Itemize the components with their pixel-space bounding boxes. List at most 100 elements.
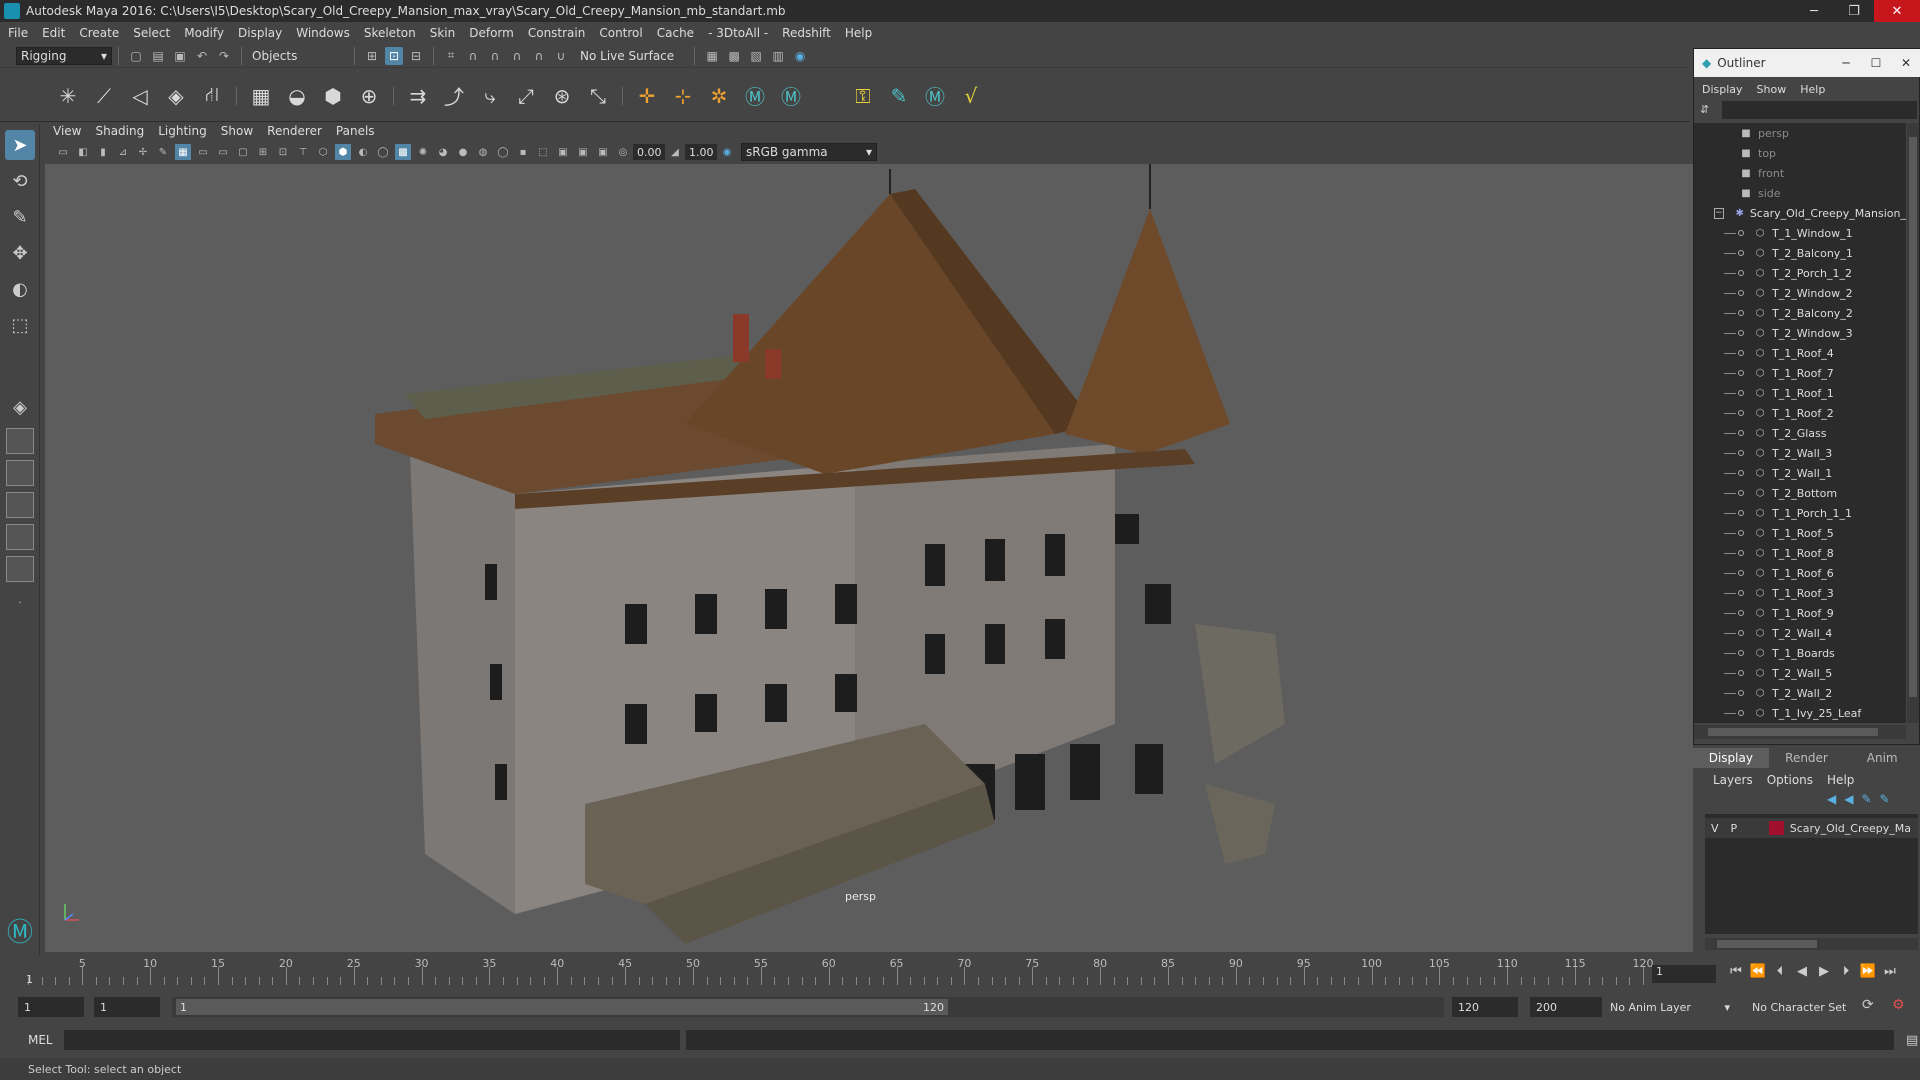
scale-tool-icon[interactable]: ⬚ [5, 310, 35, 340]
select-component-icon[interactable]: ⊟ [407, 47, 425, 65]
step-back-key-icon[interactable]: ⏪ [1747, 964, 1769, 979]
outliner-item[interactable]: ⬡ T_2_Window_3 [1694, 323, 1906, 343]
show-manipulator-icon[interactable]: ◈ [5, 392, 35, 422]
panel-menu-show[interactable]: Show [221, 124, 253, 138]
expand-dot-icon[interactable] [1738, 530, 1744, 536]
outliner-menu-help[interactable]: Help [1800, 83, 1825, 96]
new-scene-icon[interactable]: ▢ [127, 47, 145, 65]
anim-layer-dropdown[interactable]: No Anim Layer ▾ [1610, 997, 1734, 1017]
snap-point-icon[interactable]: ∩ [486, 47, 504, 65]
isolate-select-icon[interactable]: ⬚ [535, 144, 551, 160]
outliner-vscroll-thumb[interactable] [1909, 137, 1917, 697]
live-surface-label[interactable]: No Live Surface [580, 49, 674, 63]
outliner-item-root[interactable]: − ✱ Scary_Old_Creepy_Mansion_ [1694, 203, 1906, 223]
ssao-icon[interactable]: ● [455, 144, 471, 160]
redo-icon[interactable]: ↷ [215, 47, 233, 65]
cluster-icon[interactable]: ⊕ [354, 81, 384, 111]
expand-dot-icon[interactable] [1738, 290, 1744, 296]
2d-pan-icon[interactable]: ✢ [135, 144, 151, 160]
outliner-item[interactable]: ⬡ T_1_Roof_7 [1694, 363, 1906, 383]
outliner-item[interactable]: ⬡ T_2_Wall_3 [1694, 443, 1906, 463]
parent-constraint-icon[interactable]: ⇉ [403, 81, 433, 111]
go-to-start-icon[interactable]: ⏮ [1725, 964, 1747, 979]
outliner-menu-show[interactable]: Show [1757, 83, 1787, 96]
resolution-gate-icon[interactable]: ▭ [215, 144, 231, 160]
ik-spline-icon[interactable]: ◈ [161, 81, 191, 111]
ipr-render-icon[interactable]: ▧ [747, 47, 765, 65]
orient-constraint-icon[interactable]: ⤷ [475, 81, 505, 111]
render-frame-icon[interactable]: ▩ [725, 47, 743, 65]
shadows-icon[interactable]: ◕ [435, 144, 451, 160]
play-backward-icon[interactable]: ◀ [1791, 964, 1813, 979]
motion-blur-icon[interactable]: ◍ [475, 144, 491, 160]
expand-dot-icon[interactable] [1738, 490, 1744, 496]
film-gate-icon[interactable]: ▭ [195, 144, 211, 160]
scale-constraint-icon[interactable]: ⤢ [511, 81, 541, 111]
outliner-item[interactable]: ⬡ T_2_Wall_5 [1694, 663, 1906, 683]
expand-dot-icon[interactable] [1738, 570, 1744, 576]
field-chart-icon[interactable]: ⊞ [255, 144, 271, 160]
outliner-item[interactable]: ⬡ T_1_Roof_6 [1694, 563, 1906, 583]
outliner-filter-icon[interactable]: ⇵ [1700, 103, 1716, 119]
3d-scene[interactable] [45, 164, 1693, 952]
animation-end-field[interactable]: 200 [1530, 997, 1602, 1017]
restore-button[interactable]: ❐ [1834, 0, 1874, 22]
menu-windows[interactable]: Windows [296, 26, 350, 40]
outliner-menu-display[interactable]: Display [1702, 83, 1743, 96]
expand-dot-icon[interactable] [1738, 450, 1744, 456]
layer-menu-layers[interactable]: Layers [1713, 773, 1753, 787]
xray-icon[interactable]: ▣ [555, 144, 571, 160]
outliner-item[interactable]: ⬡ T_1_Roof_1 [1694, 383, 1906, 403]
camera-attr-icon[interactable]: ◧ [75, 144, 91, 160]
rotate-tool-icon[interactable]: ◐ [5, 274, 35, 304]
hypershade-icon[interactable]: ◉ [791, 47, 809, 65]
collapse-icon[interactable]: − [1714, 207, 1724, 219]
menu-skeleton[interactable]: Skeleton [364, 26, 416, 40]
move-tool-icon[interactable]: ✥ [5, 238, 35, 268]
step-forward-key-icon[interactable]: ⏩ [1857, 964, 1879, 979]
expand-dot-icon[interactable] [1738, 430, 1744, 436]
image-plane-icon[interactable]: ⊿ [115, 144, 131, 160]
custom-layout-icon[interactable] [6, 556, 34, 582]
panel-menu-shading[interactable]: Shading [95, 124, 144, 138]
playback-end-field[interactable]: 120 [1452, 997, 1518, 1017]
expand-dot-icon[interactable] [1738, 690, 1744, 696]
menu-display[interactable]: Display [238, 26, 282, 40]
layer-playback-toggle[interactable]: P [1731, 822, 1738, 835]
wireframe-on-shaded-icon[interactable]: ◯ [375, 144, 391, 160]
outliner-item[interactable]: ⬡ T_2_Wall_1 [1694, 463, 1906, 483]
color-management-icon[interactable]: ◉ [719, 144, 735, 160]
layer-row[interactable]: V P Scary_Old_Creepy_Man [1705, 818, 1918, 838]
outliner-item[interactable]: ⬡ T_2_Porch_1_2 [1694, 263, 1906, 283]
menu-modify[interactable]: Modify [184, 26, 224, 40]
textured-icon[interactable]: ▩ [395, 144, 411, 160]
save-scene-icon[interactable]: ▣ [171, 47, 189, 65]
insert-joint-icon[interactable]: ⟋ [89, 81, 119, 111]
expand-dot-icon[interactable] [1738, 650, 1744, 656]
grease-pencil-icon[interactable]: ✎ [155, 144, 171, 160]
outliner-item-persp[interactable]: ■ persp [1694, 123, 1906, 143]
tab-render[interactable]: Render [1769, 748, 1845, 768]
time-slider-ticks[interactable]: 5 10 15 20 25 30 35 40 45 50 55 60 65 70 75 80 85 90 95 100… [20, 955, 1655, 987]
menu-redshift[interactable]: Redshift [782, 26, 831, 40]
bookmark-icon[interactable]: ▮ [95, 144, 111, 160]
expand-dot-icon[interactable] [1738, 270, 1744, 276]
menu-constrain[interactable]: Constrain [528, 26, 586, 40]
expand-dot-icon[interactable] [1738, 390, 1744, 396]
outliner-item[interactable]: ⬡ T_2_Balcony_2 [1694, 303, 1906, 323]
new-layer-selected-icon[interactable]: ✎ [1880, 792, 1890, 806]
maya-logo-shelf-icon[interactable]: Ⓜ [920, 81, 950, 111]
menu-control[interactable]: Control [599, 26, 642, 40]
step-forward-frame-icon[interactable]: ⏵ [1835, 964, 1857, 979]
outliner-item[interactable]: ⬡ T_1_Roof_5 [1694, 523, 1906, 543]
use-all-lights-icon[interactable]: ✺ [415, 144, 431, 160]
go-to-end-icon[interactable]: ⏭ [1879, 964, 1901, 979]
tab-display[interactable]: Display [1693, 748, 1769, 768]
render-view-icon[interactable]: ▥ [769, 47, 787, 65]
outliner-item[interactable]: ⬡ T_1_Roof_4 [1694, 343, 1906, 363]
menu-create[interactable]: Create [79, 26, 119, 40]
expand-dot-icon[interactable] [1738, 250, 1744, 256]
hik-character-icon[interactable]: Ⓜ [740, 81, 770, 111]
outliner-item-top[interactable]: ■ top [1694, 143, 1906, 163]
outliner-item[interactable]: ⬡ T_1_Roof_2 [1694, 403, 1906, 423]
